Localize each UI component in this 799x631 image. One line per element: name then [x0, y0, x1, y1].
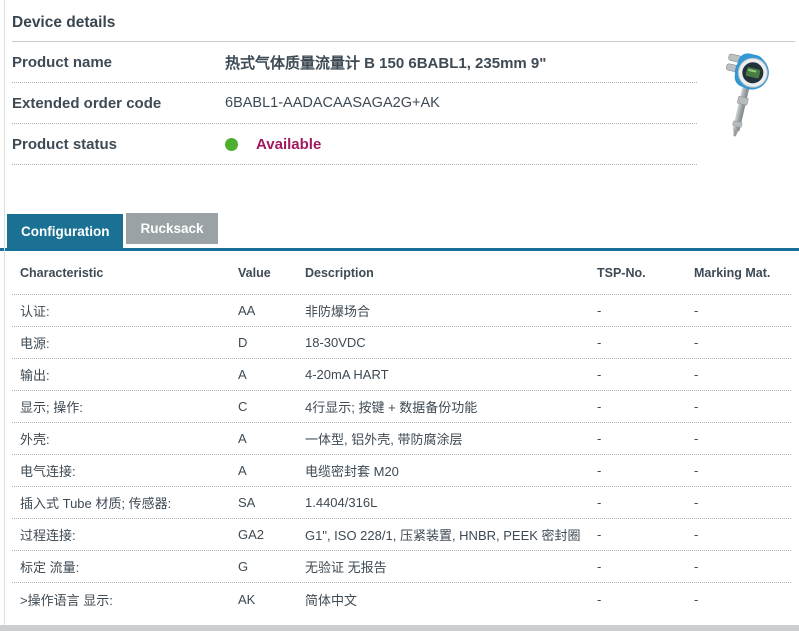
cell-tsp: - [597, 463, 694, 478]
cell-marking: - [694, 431, 791, 446]
cell-description: 无验证 无报告 [305, 557, 597, 576]
cell-description: 简体中文 [305, 590, 597, 609]
table-row: 电源: D 18-30VDC - - [12, 327, 791, 359]
page-title: Device details [12, 0, 795, 42]
product-name-row: Product name 热式气体质量流量计 B 150 6BABL1, 235… [12, 42, 697, 83]
cell-tsp: - [597, 335, 694, 350]
cell-characteristic: 外壳: [20, 429, 238, 448]
cell-marking: - [694, 335, 791, 350]
cell-marking: - [694, 367, 791, 382]
table-row: >操作语言 显示: AK 简体中文 - - [12, 583, 791, 615]
cell-tsp: - [597, 592, 694, 607]
cell-description: 4行显示; 按键 + 数据备份功能 [305, 397, 597, 416]
product-status-label: Product status [12, 136, 225, 153]
table-row: 标定 流量: G 无验证 无报告 - - [12, 551, 791, 583]
cell-characteristic: 电气连接: [20, 461, 238, 480]
cell-marking: - [694, 399, 791, 414]
cell-tsp: - [597, 559, 694, 574]
extended-order-code-value: 6BABL1-AADACAASAGA2G+AK [225, 95, 440, 111]
cell-tsp: - [597, 431, 694, 446]
table-row: 插入式 Tube 材质; 传感器: SA 1.4404/316L - - [12, 487, 791, 519]
cell-characteristic: 标定 流量: [20, 557, 238, 576]
cell-value: AK [238, 592, 305, 607]
table-row: 过程连接: GA2 G1", ISO 228/1, 压紧装置, HNBR, PE… [12, 519, 791, 551]
cell-tsp: - [597, 527, 694, 542]
col-header-marking-mat: Marking Mat. [694, 266, 791, 280]
cell-marking: - [694, 527, 791, 542]
cell-value: A [238, 367, 305, 382]
cell-tsp: - [597, 367, 694, 382]
left-border-rule [4, 0, 5, 631]
product-name-label: Product name [12, 54, 225, 71]
product-name-value: 热式气体质量流量计 B 150 6BABL1, 235mm 9" [225, 52, 546, 73]
cell-characteristic: 电源: [20, 333, 238, 352]
tab-rucksack[interactable]: Rucksack [126, 213, 217, 244]
col-header-value: Value [238, 266, 305, 280]
cell-tsp: - [597, 399, 694, 414]
cell-description: 非防爆场合 [305, 301, 597, 320]
cell-value: C [238, 399, 305, 414]
col-header-tsp-no: TSP-No. [597, 266, 694, 280]
cell-value: GA2 [238, 527, 305, 542]
cell-marking: - [694, 463, 791, 478]
status-dot-icon [225, 138, 238, 151]
tab-configuration[interactable]: Configuration [7, 214, 123, 248]
flowmeter-illustration [705, 46, 793, 138]
product-image [705, 46, 793, 138]
table-row: 电气连接: A 电缆密封套 M20 - - [12, 455, 791, 487]
cell-value: A [238, 431, 305, 446]
cell-marking: - [694, 559, 791, 574]
cell-characteristic: >操作语言 显示: [20, 590, 238, 609]
cell-characteristic: 插入式 Tube 材质; 传感器: [20, 493, 238, 512]
cell-value: AA [238, 303, 305, 318]
cell-tsp: - [597, 303, 694, 318]
col-header-characteristic: Characteristic [20, 266, 238, 280]
cell-value: A [238, 463, 305, 478]
cell-marking: - [694, 592, 791, 607]
configuration-table: Characteristic Value Description TSP-No.… [0, 251, 799, 615]
device-details-page: Device details Product name 热式气体质量流量计 B … [0, 0, 799, 631]
table-row: 显示; 操作: C 4行显示; 按键 + 数据备份功能 - - [12, 391, 791, 423]
extended-order-code-label: Extended order code [12, 95, 225, 112]
col-header-description: Description [305, 266, 597, 280]
cell-description: 4-20mA HART [305, 367, 597, 382]
cell-characteristic: 认证: [20, 301, 238, 320]
cell-characteristic: 过程连接: [20, 525, 238, 544]
table-row: 输出: A 4-20mA HART - - [12, 359, 791, 391]
cell-characteristic: 输出: [20, 365, 238, 384]
cell-value: SA [238, 495, 305, 510]
cell-description: 一体型, 铝外壳, 带防腐涂层 [305, 429, 597, 448]
cell-description: G1", ISO 228/1, 压紧装置, HNBR, PEEK 密封圈 [305, 525, 597, 544]
tab-bar: Configuration Rucksack [0, 213, 799, 251]
product-status-row: Product status Available [12, 124, 697, 165]
extended-order-code-row: Extended order code 6BABL1-AADACAASAGA2G… [12, 83, 697, 124]
cell-marking: - [694, 303, 791, 318]
cell-value: D [238, 335, 305, 350]
cell-marking: - [694, 495, 791, 510]
table-row: 外壳: A 一体型, 铝外壳, 带防腐涂层 - - [12, 423, 791, 455]
device-details-section: Device details Product name 热式气体质量流量计 B … [0, 0, 799, 165]
cell-tsp: - [597, 495, 694, 510]
table-header-row: Characteristic Value Description TSP-No.… [12, 251, 791, 295]
table-row: 认证: AA 非防爆场合 - - [12, 295, 791, 327]
cell-characteristic: 显示; 操作: [20, 397, 238, 416]
status-badge: Available [256, 136, 321, 153]
cell-description: 1.4404/316L [305, 495, 597, 510]
cell-description: 18-30VDC [305, 335, 597, 350]
cell-value: G [238, 559, 305, 574]
cell-description: 电缆密封套 M20 [305, 461, 597, 480]
horizontal-scrollbar[interactable] [0, 625, 799, 631]
